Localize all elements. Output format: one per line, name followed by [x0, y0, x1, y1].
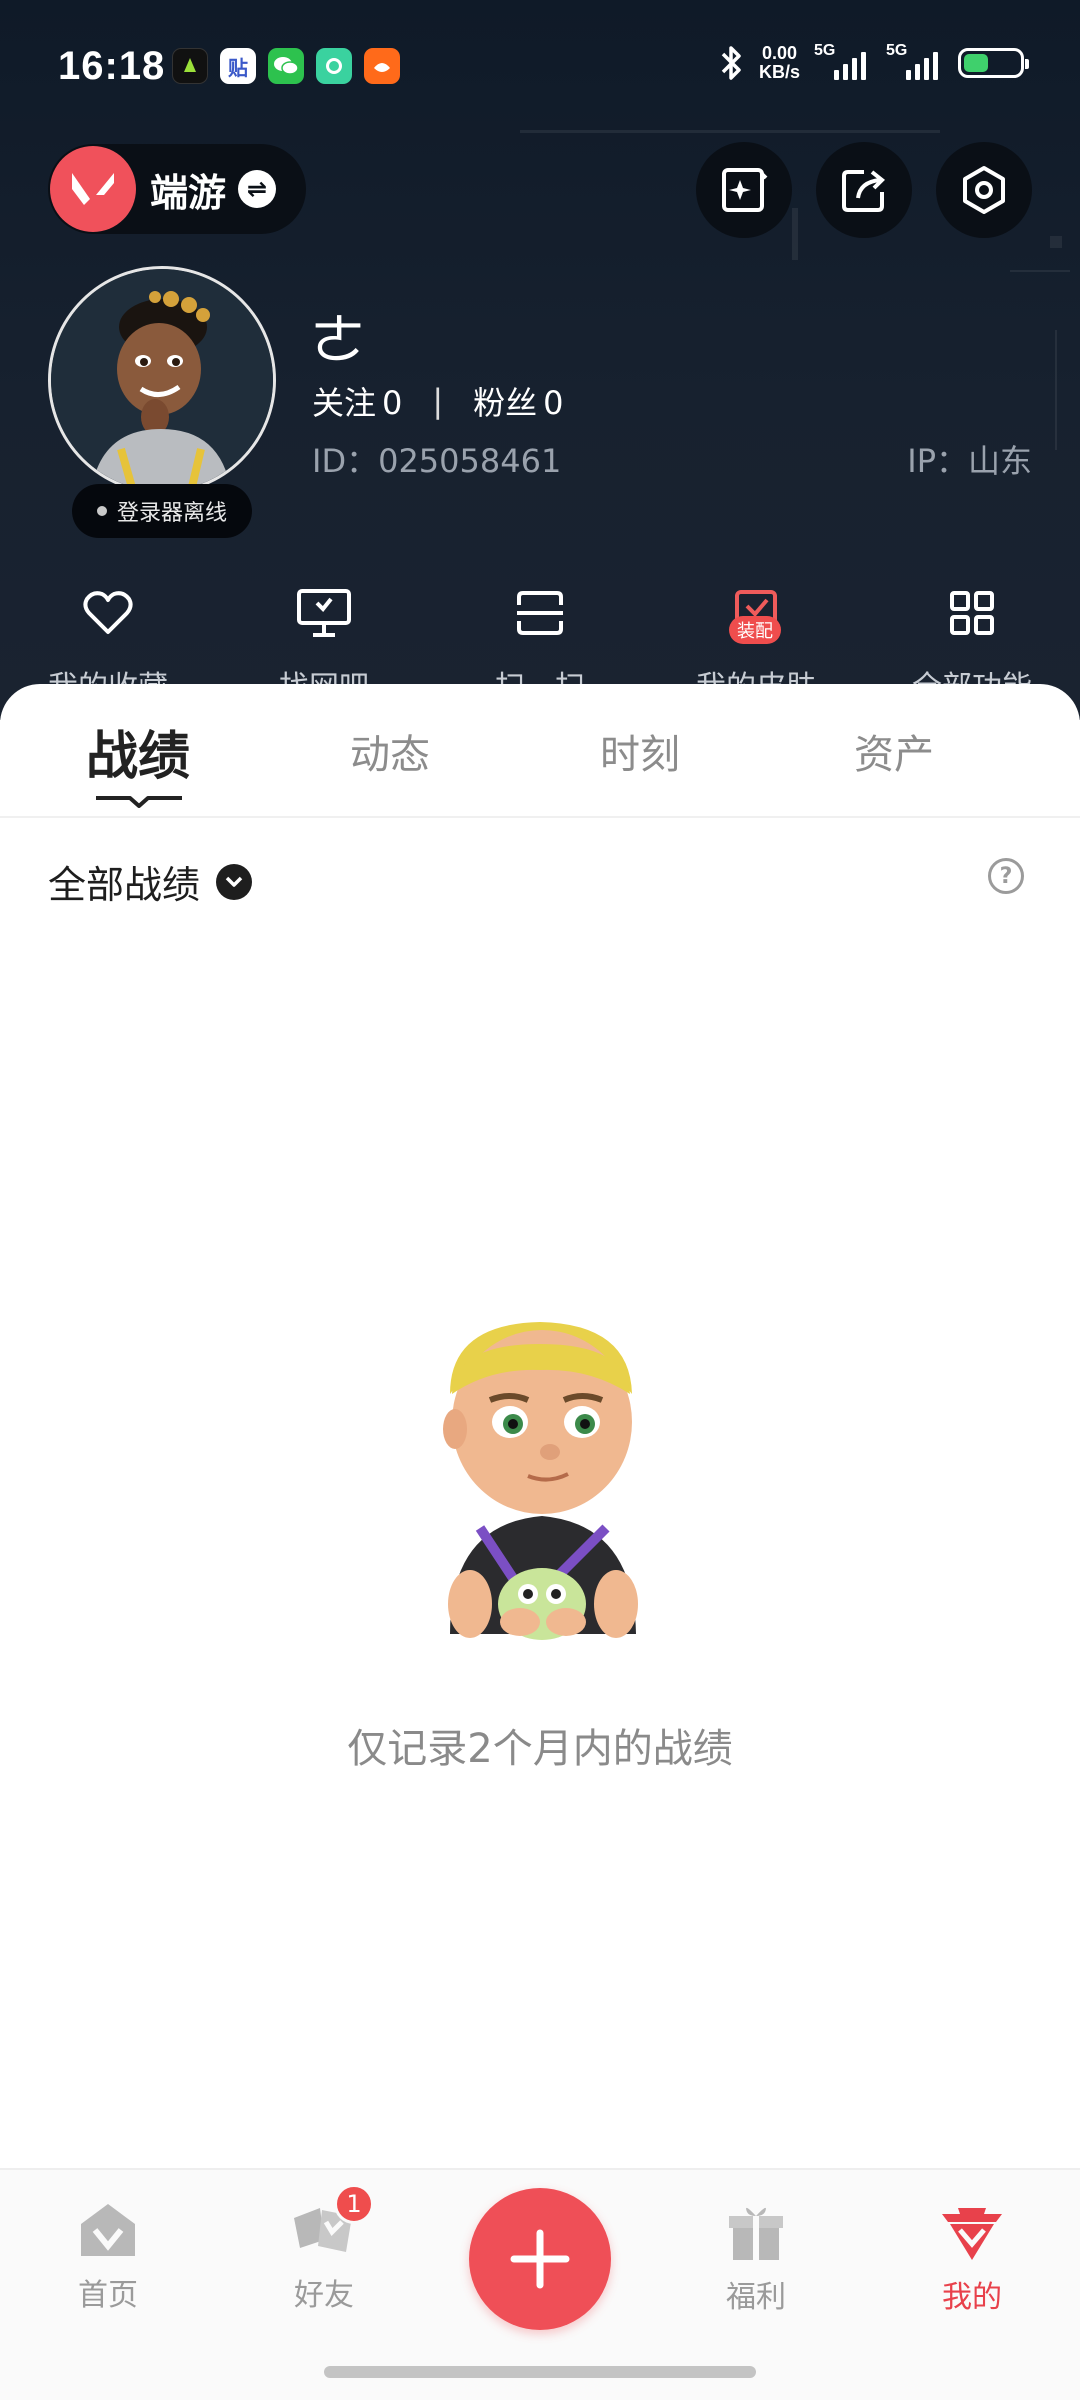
valorant-logo-icon: [50, 146, 136, 232]
battery-icon: [958, 48, 1029, 78]
status-time: 16:18: [58, 44, 166, 88]
status-bar: 16:18 贴 0.00 KB/s 5G 5G: [0, 0, 1080, 130]
launcher-status-text: 登录器离线: [116, 501, 227, 526]
create-post-button[interactable]: [469, 2188, 611, 2330]
profile-nickname: ㄜ: [310, 309, 366, 374]
monitor-icon: [295, 580, 353, 646]
tab-moments[interactable]: 时刻: [540, 722, 740, 780]
status-right-group: 0.00 KB/s 5G 5G: [719, 42, 1029, 82]
notification-icons: 贴: [172, 48, 400, 84]
wechat-icon: [268, 48, 304, 84]
nav-label: 好友: [294, 2278, 354, 2313]
nav-benefits[interactable]: 福利: [676, 2200, 836, 2316]
settings-button[interactable]: [936, 142, 1032, 238]
fans-label: 粉丝: [473, 384, 538, 422]
sim1-network-label: 5G: [814, 42, 836, 59]
signal-sim2-icon: 5G: [886, 42, 944, 80]
tab-activity[interactable]: 动态: [290, 722, 490, 780]
network-speed-value: 0.00: [761, 43, 798, 63]
ip-location: IP：山东: [907, 442, 1032, 480]
profile-tabs: 战绩 动态 时刻 资产: [0, 684, 1080, 818]
edit-card-button[interactable]: [696, 142, 792, 238]
follow-separator: |: [432, 382, 444, 420]
game-app-icon: [172, 48, 208, 84]
nav-home[interactable]: 首页: [28, 2200, 188, 2314]
chevron-down-icon: [216, 863, 253, 900]
sim2-network-label: 5G: [886, 42, 908, 59]
share-icon: [842, 170, 885, 212]
app-switcher[interactable]: 端游 ⇌: [48, 144, 306, 234]
avatar[interactable]: [48, 266, 276, 494]
tab-assets[interactable]: 资产: [794, 722, 994, 780]
fans-link[interactable]: 粉丝 0: [473, 378, 563, 424]
content-sheet: 战绩 动态 时刻 资产 全部战绩 ? 仅记录2个月内的战绩: [0, 684, 1080, 2400]
home-icon: [81, 2204, 135, 2256]
skin-equip-badge: 装配: [729, 616, 781, 644]
tab-records[interactable]: 战绩: [38, 714, 238, 789]
records-filter[interactable]: 全部战绩: [48, 854, 253, 909]
records-filter-label: 全部战绩: [48, 863, 201, 907]
empty-state-text: 仅记录2个月内的战绩: [347, 1726, 733, 1772]
grid-icon: [948, 580, 996, 646]
heart-icon: [81, 580, 135, 646]
taobao-icon: [364, 48, 400, 84]
share-button[interactable]: [816, 142, 912, 238]
network-speed-unit: KB/s: [758, 62, 800, 82]
gift-icon: [729, 2207, 783, 2260]
camera-app-icon: [316, 48, 352, 84]
tab-active-indicator: [96, 796, 182, 808]
follow-stats: 关注 0 | 粉丝 0: [312, 378, 564, 424]
fans-count: 0: [543, 384, 564, 422]
skin-icon: 装配: [729, 580, 781, 646]
empty-state-character-image: [443, 1322, 638, 1640]
app-name: 端游: [150, 170, 227, 215]
plus-icon: [510, 2229, 570, 2289]
nav-label: 我的: [942, 2280, 1002, 2315]
friends-notification-badge: 1: [334, 2184, 374, 2224]
scan-icon: [513, 580, 567, 646]
following-count: 0: [382, 384, 403, 422]
battery-level-fill: [964, 54, 989, 72]
nav-label: 首页: [78, 2278, 138, 2313]
swap-icon: ⇌: [238, 170, 277, 208]
nav-friends[interactable]: 1 好友: [244, 2184, 404, 2314]
user-id: ID：025058461: [312, 442, 562, 480]
network-speed: 0.00 KB/s: [759, 44, 800, 82]
help-icon[interactable]: ?: [988, 858, 1024, 894]
signal-sim1-icon: 5G: [814, 42, 872, 80]
avatar-character-image: [51, 269, 273, 491]
nav-label: 福利: [726, 2280, 786, 2315]
nav-profile[interactable]: 我的: [892, 2200, 1052, 2316]
tieba-icon: 贴: [220, 48, 256, 84]
bluetooth-icon: [721, 46, 741, 80]
profile-icon: [942, 2208, 1002, 2260]
following-link[interactable]: 关注 0: [312, 378, 402, 424]
launcher-status-badge: 登录器离线: [72, 484, 252, 538]
edit-card-icon: [722, 168, 768, 212]
settings-hex-icon: [963, 166, 1005, 214]
following-label: 关注: [312, 384, 377, 422]
offline-dot-icon: [96, 506, 107, 516]
home-indicator[interactable]: [324, 2366, 756, 2378]
